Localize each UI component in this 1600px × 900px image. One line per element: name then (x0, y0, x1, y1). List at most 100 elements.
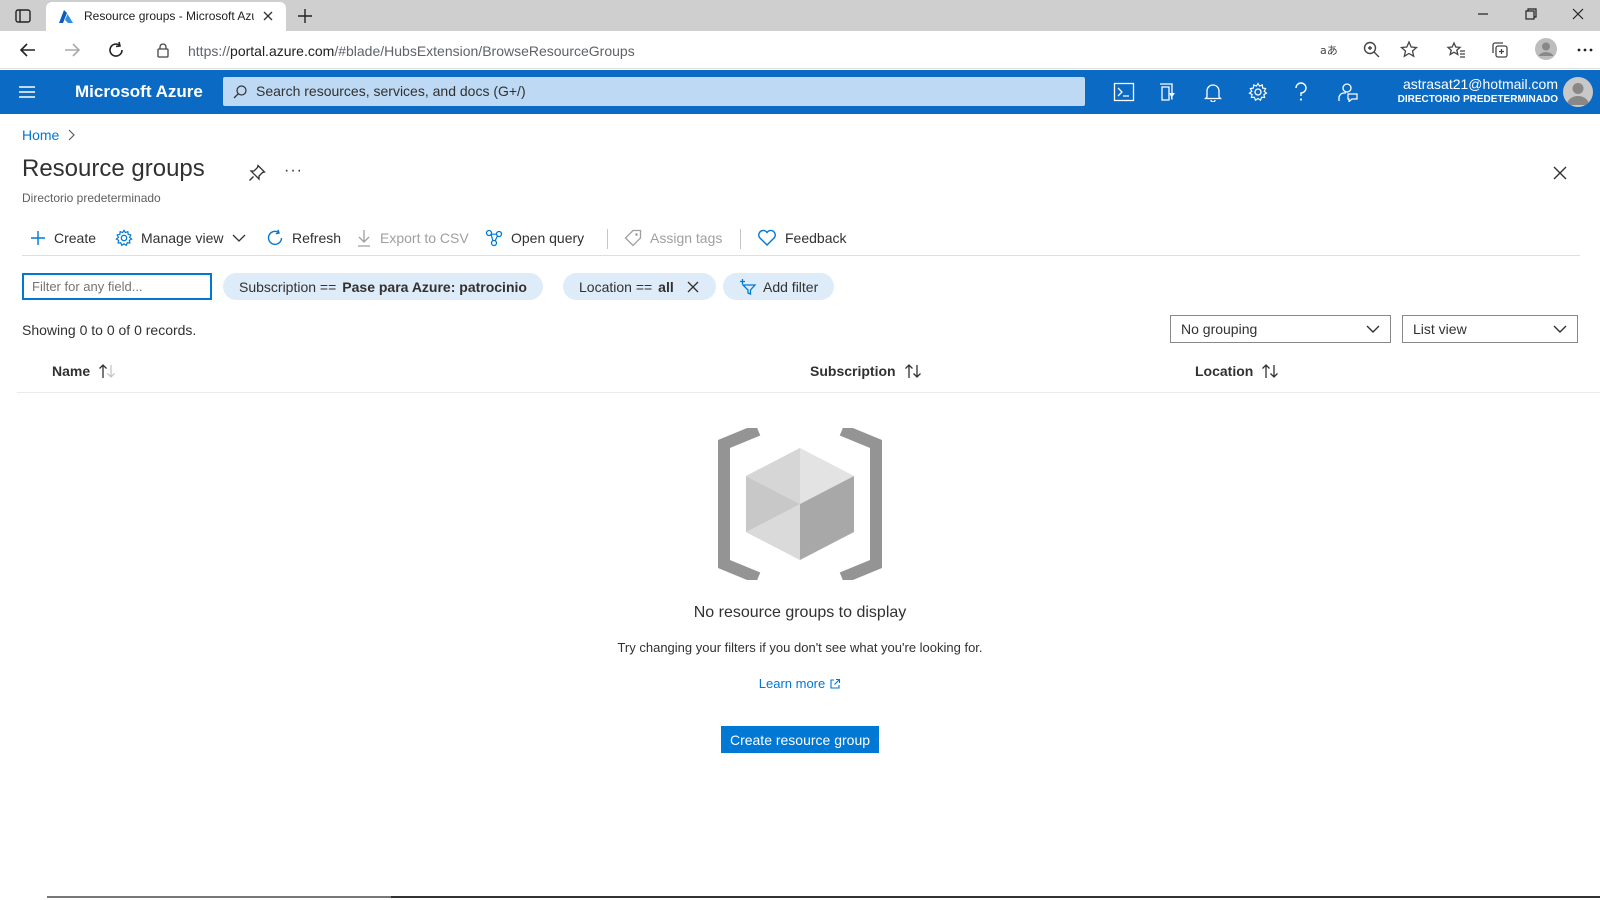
subscription-filter-value: Pase para Azure: patrocinio (342, 278, 527, 295)
subscription-filter-label: Subscription == (239, 278, 337, 295)
breadcrumb: Home (22, 127, 76, 143)
help-icon[interactable] (1293, 82, 1309, 102)
feedback-icon[interactable] (1337, 82, 1359, 102)
settings-more-icon[interactable] (1576, 40, 1594, 60)
page-title: Resource groups (22, 155, 205, 182)
learn-more-container: Learn more (0, 676, 1600, 691)
close-icon[interactable] (1552, 165, 1568, 181)
feedback-button[interactable]: Feedback (757, 226, 846, 250)
view-dropdown[interactable]: List view (1402, 315, 1578, 343)
refresh-button[interactable]: Refresh (266, 226, 341, 250)
subscription-filter-pill[interactable]: Subscription == Pase para Azure: patroci… (223, 273, 543, 300)
svg-text:aあ: aあ (1320, 44, 1338, 57)
column-header-location[interactable]: Location (1195, 363, 1279, 379)
chevron-down-icon (232, 233, 246, 243)
more-options-icon[interactable]: ··· (284, 162, 303, 180)
browser-tab[interactable]: Resource groups - Microsoft Azure (46, 2, 286, 31)
add-filter-button[interactable]: Add filter (723, 273, 835, 300)
global-search-input[interactable]: Search resources, services, and docs (G+… (223, 77, 1085, 106)
url-prefix: https:// (188, 43, 231, 59)
avatar[interactable] (1563, 77, 1593, 107)
collections-icon[interactable] (1490, 40, 1510, 60)
read-aloud-icon[interactable]: aあ (1318, 40, 1338, 60)
command-bar: Create Manage view Refresh Export to CSV… (22, 222, 1580, 256)
profile-icon[interactable] (1534, 37, 1558, 61)
records-count: Showing 0 to 0 of 0 records. (22, 322, 197, 338)
brand-title[interactable]: Microsoft Azure (75, 82, 203, 102)
heart-icon (757, 229, 777, 247)
plus-icon (30, 230, 46, 246)
close-tab-icon[interactable] (262, 10, 274, 22)
reload-icon[interactable] (106, 40, 126, 60)
account-info[interactable]: astrasat21@hotmail.com DIRECTORIO PREDET… (1380, 76, 1558, 105)
back-icon[interactable] (18, 40, 38, 60)
tab-actions-icon[interactable] (14, 7, 32, 25)
learn-more-link[interactable]: Learn more (759, 676, 841, 691)
empty-state-subtitle: Try changing your filters if you don't s… (617, 640, 983, 655)
url-text[interactable]: https://portal.azure.com/#blade/HubsExte… (188, 43, 635, 59)
forward-icon[interactable] (62, 40, 82, 60)
add-favorite-icon[interactable] (1399, 40, 1419, 60)
location-filter-pill[interactable]: Location == all (563, 273, 716, 300)
breadcrumb-home-link[interactable]: Home (22, 127, 59, 143)
create-resource-group-button[interactable]: Create resource group (721, 726, 879, 753)
search-placeholder: Search resources, services, and docs (G+… (256, 83, 526, 99)
minimize-icon[interactable] (1475, 6, 1491, 22)
refresh-icon (266, 229, 284, 247)
scrollbar-track[interactable] (47, 896, 391, 898)
azure-top-bar: Microsoft Azure Search resources, servic… (0, 70, 1600, 114)
grouping-dropdown[interactable]: No grouping (1170, 315, 1391, 343)
export-csv-button[interactable]: Export to CSV (356, 226, 469, 250)
feedback-label: Feedback (785, 230, 847, 246)
url-bar[interactable]: https://portal.azure.com/#blade/HubsExte… (146, 34, 1408, 66)
external-link-icon (829, 678, 841, 690)
filter-input[interactable] (22, 273, 212, 300)
toolbar-divider (607, 229, 608, 249)
page-subtitle: Directorio predeterminado (22, 191, 161, 205)
add-filter-icon (739, 278, 757, 296)
assign-tags-label: Assign tags (650, 230, 723, 246)
browser-tab-strip: Resource groups - Microsoft Azure (0, 0, 1600, 31)
grid-header: Name Subscription Location (17, 355, 1600, 393)
url-host: portal.azure.com (230, 43, 335, 59)
sort-ascending-icon[interactable] (98, 363, 116, 379)
assign-tags-button[interactable]: Assign tags (624, 226, 722, 250)
gear-icon (115, 229, 133, 247)
notifications-icon[interactable] (1204, 82, 1222, 102)
column-header-subscription[interactable]: Subscription (810, 363, 922, 379)
restore-icon[interactable] (1523, 6, 1539, 22)
zoom-icon[interactable] (1362, 40, 1382, 60)
favorites-icon[interactable] (1446, 40, 1466, 60)
sort-icon[interactable] (904, 363, 922, 379)
lock-icon[interactable] (156, 42, 170, 58)
close-window-icon[interactable] (1570, 6, 1586, 22)
location-filter-value: all (658, 278, 674, 295)
column-subscription-label: Subscription (810, 363, 896, 379)
create-button[interactable]: Create (30, 226, 96, 250)
create-label: Create (54, 230, 97, 246)
address-row: https://portal.azure.com/#blade/HubsExte… (0, 31, 1600, 69)
remove-filter-icon[interactable] (686, 280, 700, 294)
download-icon (356, 229, 372, 247)
pin-icon[interactable] (248, 164, 266, 182)
location-filter-label: Location == (579, 278, 653, 295)
search-icon (232, 84, 248, 100)
empty-state-title: No resource groups to display (693, 604, 907, 621)
manage-view-button[interactable]: Manage view (115, 226, 246, 250)
directory-filter-icon[interactable] (1158, 82, 1178, 102)
portal-menu-icon[interactable] (18, 84, 36, 100)
bottom-divider (391, 896, 1600, 898)
query-icon (485, 229, 503, 247)
toolbar-divider (740, 229, 741, 249)
cloud-shell-icon[interactable] (1113, 82, 1135, 102)
open-query-button[interactable]: Open query (485, 226, 584, 250)
column-name-label: Name (52, 363, 91, 379)
add-filter-label: Add filter (763, 278, 819, 295)
account-directory: DIRECTORIO PREDETERMINADO (1397, 94, 1558, 105)
sort-icon[interactable] (1261, 363, 1279, 379)
export-csv-label: Export to CSV (380, 230, 469, 246)
gear-icon[interactable] (1248, 82, 1268, 102)
column-header-name[interactable]: Name (52, 363, 116, 379)
column-location-label: Location (1195, 363, 1254, 379)
new-tab-icon[interactable] (296, 7, 314, 25)
